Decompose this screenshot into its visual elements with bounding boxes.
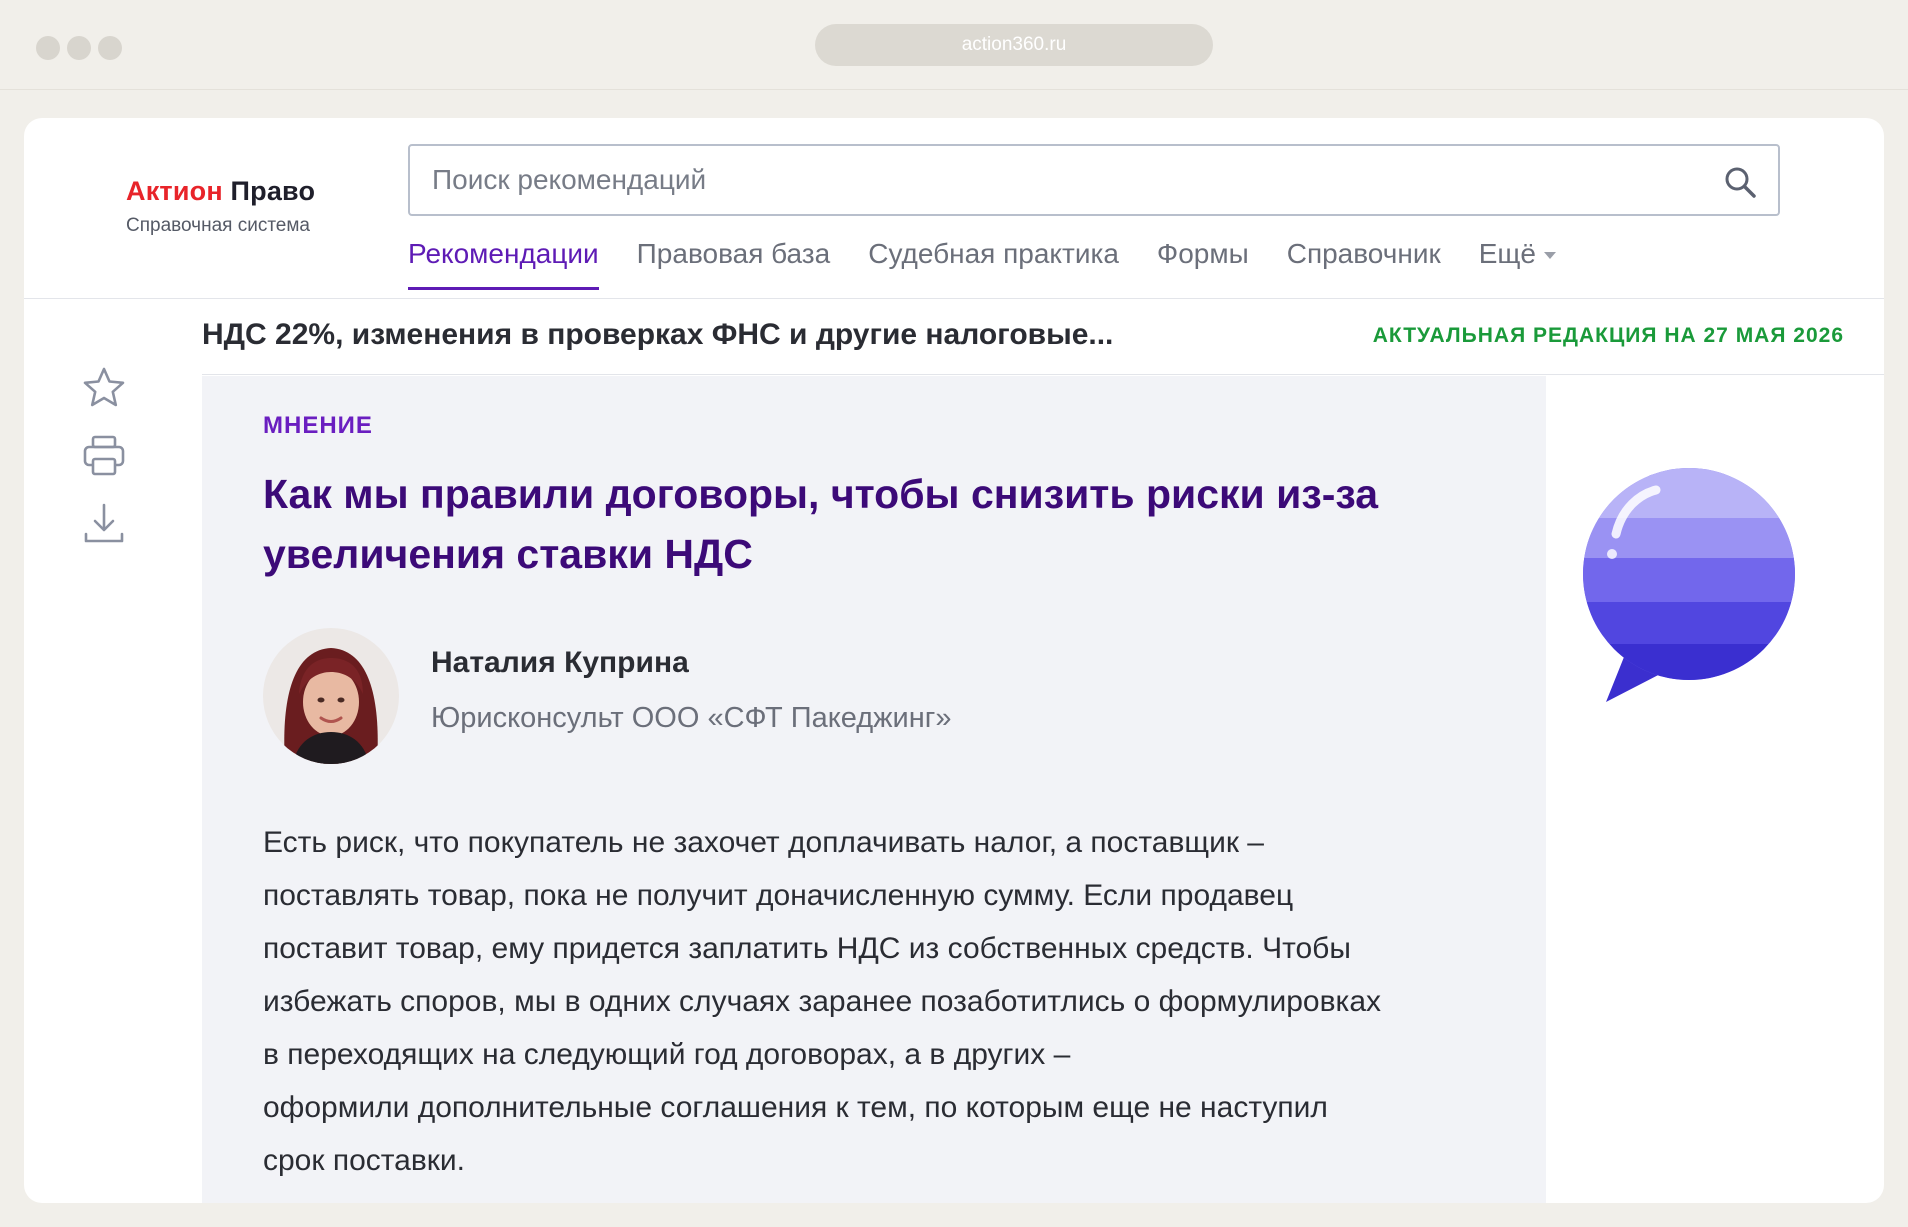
browser-frame: action360.ru Актион Право Справочная сис… bbox=[0, 0, 1908, 1227]
download-icon[interactable] bbox=[80, 500, 128, 548]
search-box bbox=[408, 144, 1780, 216]
article-headline: Как мы правили договоры, чтобы снизить р… bbox=[263, 471, 1379, 577]
tab-more[interactable]: Ещё bbox=[1478, 238, 1557, 290]
search-input[interactable] bbox=[432, 146, 1672, 214]
logo-brand-dark: Право bbox=[230, 176, 316, 206]
author-role: Юрисконсульт ООО «СФТ Пакеджинг» bbox=[431, 702, 952, 734]
tab-forms[interactable]: Формы bbox=[1157, 238, 1249, 290]
side-toolbar bbox=[80, 364, 130, 568]
tab-court-practice[interactable]: Судебная практика bbox=[868, 238, 1119, 290]
logo-title: Актион Право bbox=[126, 176, 315, 207]
author-name: Наталия Куприна bbox=[431, 646, 689, 679]
window-dot-maximize[interactable] bbox=[98, 36, 122, 60]
article-body: Есть риск, что покупатель не захочет доп… bbox=[263, 826, 1381, 1177]
logo-subtitle: Справочная система bbox=[126, 215, 310, 236]
author-avatar bbox=[263, 628, 399, 764]
print-icon[interactable] bbox=[80, 432, 128, 480]
chevron-down-icon bbox=[1544, 252, 1557, 260]
search-icon[interactable] bbox=[1722, 164, 1758, 200]
document-divider bbox=[202, 374, 1884, 375]
document-title: НДС 22%, изменения в проверках ФНС и дру… bbox=[202, 318, 1114, 351]
speech-bubble-icon bbox=[1583, 468, 1795, 702]
header-divider bbox=[24, 298, 1884, 299]
opinion-card: МНЕНИЕ Как мы правили договоры, чтобы сн… bbox=[202, 376, 1546, 1203]
tab-reference[interactable]: Справочник bbox=[1287, 238, 1441, 290]
logo[interactable]: Актион Право Справочная система bbox=[126, 176, 315, 237]
address-bar[interactable]: action360.ru bbox=[815, 24, 1213, 66]
window-controls bbox=[36, 36, 122, 60]
edition-badge: АКТУАЛЬНАЯ РЕДАКЦИЯ НА 27 МАЯ 2026 bbox=[1372, 324, 1844, 347]
app-window: Актион Право Справочная система Рекоменд… bbox=[24, 118, 1884, 1203]
window-dot-minimize[interactable] bbox=[67, 36, 91, 60]
article-tag: МНЕНИЕ bbox=[263, 412, 373, 439]
nav-tabs: Рекомендации Правовая база Судебная прак… bbox=[408, 238, 1557, 290]
tab-recommendations[interactable]: Рекомендации bbox=[408, 238, 599, 290]
logo-brand-red: Актион bbox=[126, 176, 223, 206]
tab-more-label: Ещё bbox=[1478, 238, 1537, 269]
window-dot-close[interactable] bbox=[36, 36, 60, 60]
tab-legal-base[interactable]: Правовая база bbox=[637, 238, 831, 290]
star-icon[interactable] bbox=[80, 364, 128, 412]
browser-topbar: action360.ru bbox=[0, 0, 1908, 90]
